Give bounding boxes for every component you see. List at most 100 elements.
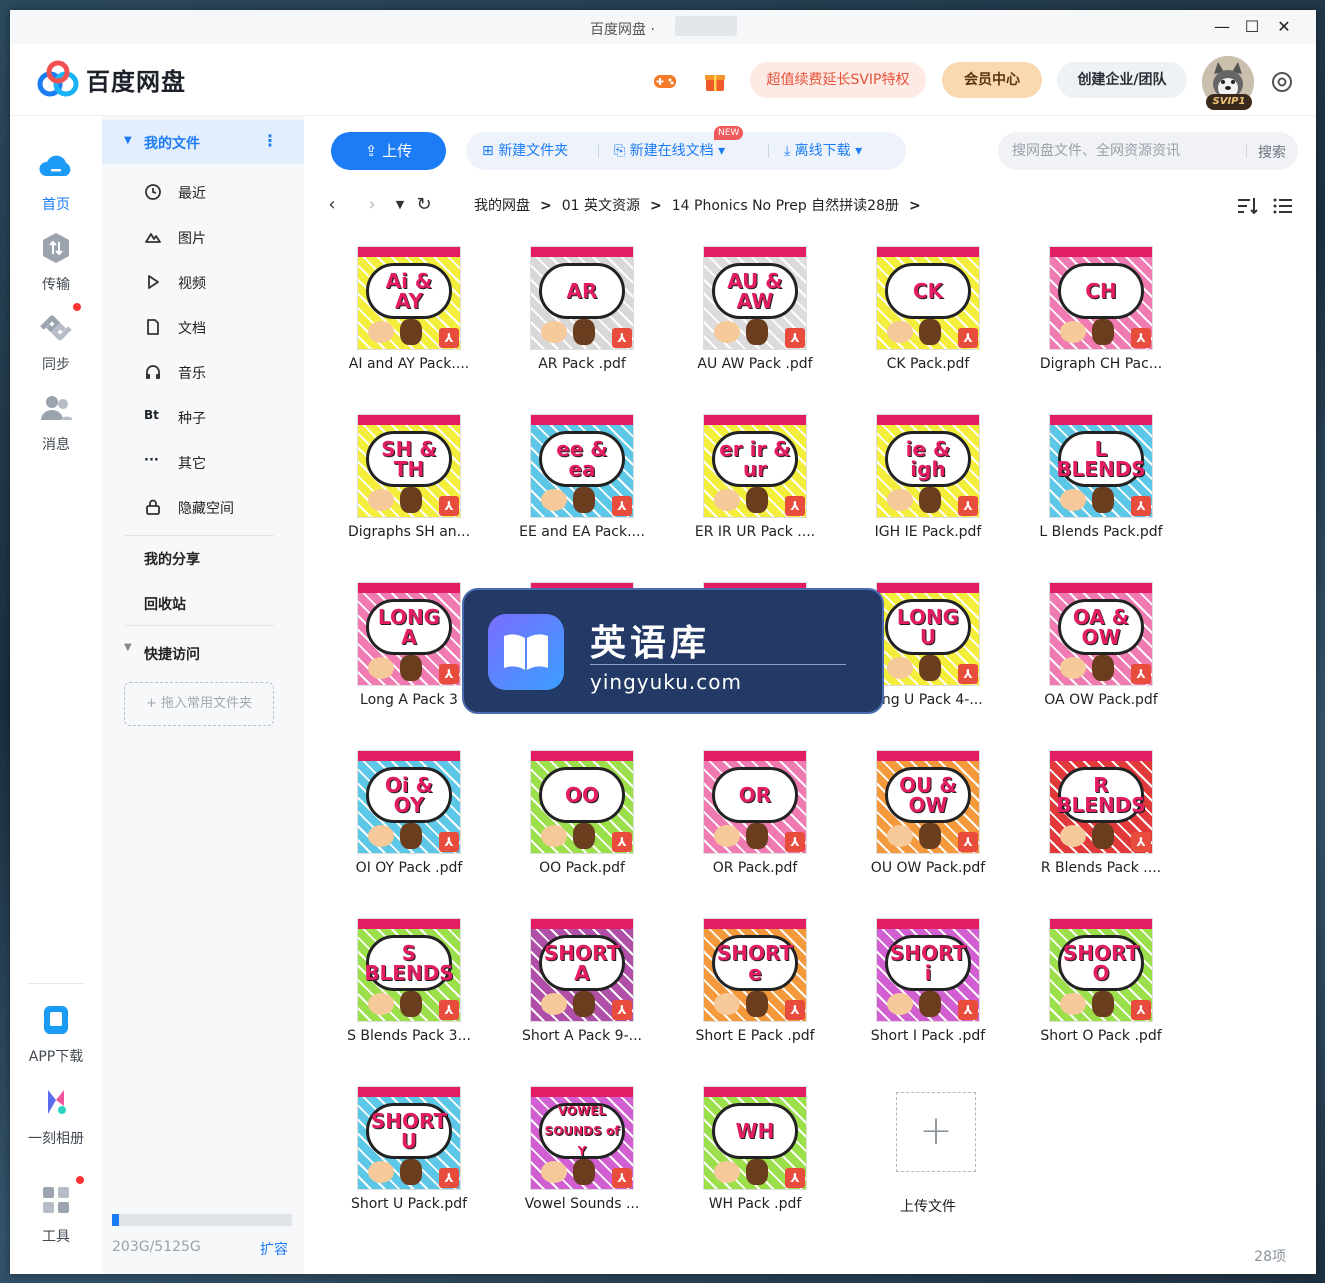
file-item[interactable]: SHORT O ⅄ Short O Pack .pdf xyxy=(1026,908,1176,1058)
rail-item-app-download[interactable]: APP下载 xyxy=(10,1002,102,1066)
file-item[interactable]: WH ⅄ WH Pack .pdf xyxy=(680,1076,830,1226)
rail-item-home[interactable]: 首页 xyxy=(10,150,102,214)
rail-item-album[interactable]: 一刻相册 xyxy=(10,1084,102,1148)
breadcrumb-item[interactable]: 14 Phonics No Prep 自然拼读28册 xyxy=(672,198,899,214)
list-view-icon[interactable] xyxy=(1272,195,1294,217)
file-item[interactable]: VOWEL SOUNDS of Y ⅄ Vowel Sounds ... xyxy=(507,1076,657,1226)
file-item[interactable]: Oi & OY ⅄ OI OY Pack .pdf xyxy=(334,740,484,890)
forward-arrow-icon[interactable]: › xyxy=(360,193,384,217)
sidebar-item-my-share[interactable]: 我的分享 xyxy=(144,549,200,569)
file-item[interactable]: Ai & AY ⅄ AI and AY Pack.... xyxy=(334,236,484,386)
sidebar-item-videos[interactable]: 视频 xyxy=(102,262,304,302)
history-dropdown-icon[interactable]: ▼ xyxy=(388,193,412,217)
app-header: 百度网盘 超值续费延长SVIP特权 会员中心 创建企业/团队 SVIP1 xyxy=(10,44,1316,116)
gift-icon[interactable] xyxy=(702,68,728,94)
file-item[interactable]: R BLENDS ⅄ R Blends Pack .... xyxy=(1026,740,1176,890)
more-options-icon[interactable]: ⋮ xyxy=(262,131,278,150)
new-online-doc-button[interactable]: ⎘ 新建在线文档 ▾ xyxy=(614,132,725,170)
rail-item-tools[interactable]: 工具 xyxy=(10,1182,102,1246)
pdf-badge-icon: ⅄ xyxy=(785,496,805,516)
sidebar-item-recent[interactable]: 最近 xyxy=(102,172,304,212)
upload-button[interactable]: ⇪ 上传 xyxy=(331,132,446,170)
clipart-figure xyxy=(746,319,768,345)
file-thumbnail: er ir & ur ⅄ xyxy=(703,414,807,518)
thumbnail-banner xyxy=(704,415,806,425)
sidebar-item-hidden-space[interactable]: 隐藏空间 xyxy=(102,487,304,527)
file-item[interactable]: S BLENDS ⅄ S Blends Pack 3... xyxy=(334,908,484,1058)
thumbnail-title: OR xyxy=(712,767,798,823)
upload-file-tile[interactable]: + 上传文件 xyxy=(853,1076,1003,1226)
sort-icon[interactable] xyxy=(1236,195,1258,217)
clipart-face xyxy=(1060,489,1086,511)
create-enterprise-button[interactable]: 创建企业/团队 xyxy=(1057,62,1187,98)
drop-folder-target[interactable]: + 拖入常用文件夹 xyxy=(124,682,274,726)
sidebar-item-images[interactable]: 图片 xyxy=(102,217,304,257)
rail-item-sync[interactable]: 同步 xyxy=(10,310,102,374)
sidebar-item-label: 文档 xyxy=(178,321,206,337)
file-item[interactable]: AU & AW ⅄ AU AW Pack .pdf xyxy=(680,236,830,386)
refresh-icon[interactable]: ↻ xyxy=(412,193,436,217)
file-item[interactable]: er ir & ur ⅄ ER IR UR Pack .... xyxy=(680,404,830,554)
breadcrumb-item[interactable]: 01 英文资源 xyxy=(562,198,640,214)
file-thumbnail: SHORT O ⅄ xyxy=(1049,918,1153,1022)
upload-label: 上传 xyxy=(382,142,413,160)
thumbnail-banner xyxy=(531,751,633,761)
sidebar-item-torrents[interactable]: Bt 种子 xyxy=(102,397,304,437)
blurred-account-name xyxy=(675,16,737,36)
rail-item-transfer[interactable]: 传输 xyxy=(10,230,102,294)
file-name: OU OW Pack.pdf xyxy=(870,860,986,876)
minimize-button[interactable]: — xyxy=(1210,16,1234,38)
clipart-face xyxy=(714,825,740,847)
file-item[interactable]: ie & igh ⅄ IGH IE Pack.pdf xyxy=(853,404,1003,554)
search-button[interactable]: 搜索 xyxy=(1258,142,1286,162)
caret-down-icon[interactable]: ▼ xyxy=(124,642,132,653)
rail-item-messages[interactable]: 消息 xyxy=(10,390,102,454)
file-item[interactable]: OU & OW ⅄ OU OW Pack.pdf xyxy=(853,740,1003,890)
expand-storage-link[interactable]: 扩容 xyxy=(260,1239,288,1259)
file-item[interactable]: OO ⅄ OO Pack.pdf xyxy=(507,740,657,890)
file-item[interactable]: SHORT e ⅄ Short E Pack .pdf xyxy=(680,908,830,1058)
folder-plus-icon: ⊞ xyxy=(482,143,494,159)
close-button[interactable]: ✕ xyxy=(1272,16,1296,38)
sidebar-item-my-files[interactable]: ▼ 我的文件 ⋮ xyxy=(102,120,304,164)
sidebar-item-recycle-bin[interactable]: 回收站 xyxy=(144,594,186,614)
pdf-badge-icon: ⅄ xyxy=(439,1000,459,1020)
clipart-figure xyxy=(919,319,941,345)
breadcrumb-item[interactable]: 我的网盘 xyxy=(474,198,530,214)
quick-access-header[interactable]: 快捷访问 xyxy=(144,644,200,664)
search-input[interactable] xyxy=(1012,132,1242,170)
thumbnail-title: OU & OW xyxy=(885,767,971,823)
file-item[interactable]: CH ⅄ Digraph CH Pac... xyxy=(1026,236,1176,386)
game-controller-icon[interactable] xyxy=(652,68,678,94)
thumbnail-banner xyxy=(358,415,460,425)
file-item[interactable]: AR ⅄ AR Pack .pdf xyxy=(507,236,657,386)
thumbnail-title: AR xyxy=(539,263,625,319)
vip-center-button[interactable]: 会员中心 xyxy=(942,62,1042,98)
svip-renew-promo[interactable]: 超值续费延长SVIP特权 xyxy=(750,62,926,98)
rail-label: 同步 xyxy=(42,357,70,373)
sidebar-item-documents[interactable]: 文档 xyxy=(102,307,304,347)
offline-download-button[interactable]: ⤓ 离线下载 ▾ xyxy=(784,132,862,170)
back-arrow-icon[interactable]: ‹ xyxy=(320,193,344,217)
file-item[interactable]: L BLENDS ⅄ L Blends Pack.pdf xyxy=(1026,404,1176,554)
app-logo[interactable]: 百度网盘 xyxy=(36,60,186,98)
file-item[interactable]: SHORT A ⅄ Short A Pack 9-... xyxy=(507,908,657,1058)
file-item[interactable]: CK ⅄ CK Pack.pdf xyxy=(853,236,1003,386)
settings-icon[interactable] xyxy=(1269,69,1295,95)
transfer-icon xyxy=(43,233,69,263)
new-folder-button[interactable]: ⊞ 新建文件夹 xyxy=(482,132,568,170)
file-item[interactable]: OR ⅄ OR Pack.pdf xyxy=(680,740,830,890)
file-item[interactable]: OA & OW ⅄ OA OW Pack.pdf xyxy=(1026,572,1176,722)
sidebar-item-other[interactable]: ··· 其它 xyxy=(102,442,304,482)
file-item[interactable]: SHORT i ⅄ Short I Pack .pdf xyxy=(853,908,1003,1058)
maximize-button[interactable]: ☐ xyxy=(1240,16,1264,38)
thumbnail-title: WH xyxy=(712,1103,798,1159)
file-item[interactable]: SHORT U ⅄ Short U Pack.pdf xyxy=(334,1076,484,1226)
file-item[interactable]: ee & ea ⅄ EE and EA Pack.... xyxy=(507,404,657,554)
file-thumbnail: OU & OW ⅄ xyxy=(876,750,980,854)
thumbnail-title: R BLENDS xyxy=(1056,767,1146,823)
sidebar-item-music[interactable]: 音乐 xyxy=(102,352,304,392)
file-name: OI OY Pack .pdf xyxy=(355,860,463,876)
clipart-face xyxy=(887,825,913,847)
file-item[interactable]: SH & TH ⅄ Digraphs SH an... xyxy=(334,404,484,554)
